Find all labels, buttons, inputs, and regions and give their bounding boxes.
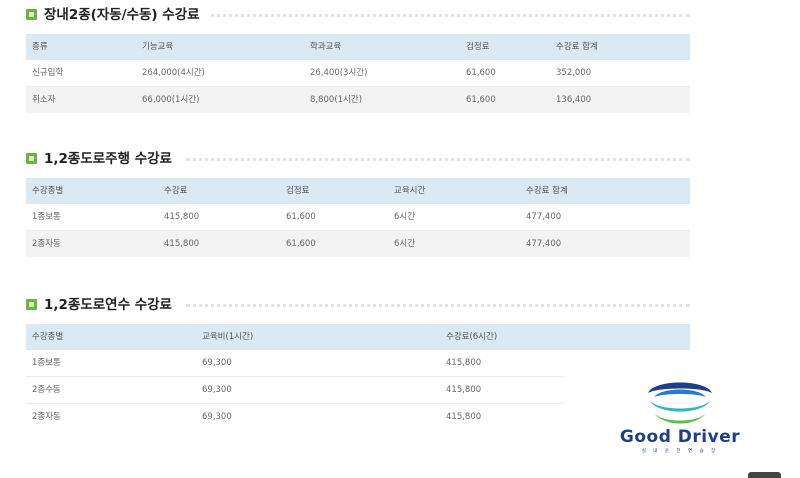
table-cell: 415,800 — [446, 358, 482, 368]
table-cell: 신규입학 — [32, 68, 64, 78]
dotted-divider — [186, 158, 690, 161]
table-cell: 69,300 — [202, 358, 232, 368]
table-cell: 1종보통 — [32, 212, 61, 222]
table-cell: 66,000(1시간) — [142, 95, 200, 105]
column-header: 기능교육 — [142, 42, 174, 52]
table-cell: 136,400 — [556, 95, 592, 105]
table-cell: 264,000(4시간) — [142, 68, 205, 78]
table-cell: 26,400(3시간) — [310, 68, 368, 78]
column-header: 수강료 합계 — [526, 186, 568, 196]
table-cell: 6시간 — [394, 239, 416, 249]
logo-wordmark: Good Driver — [619, 427, 741, 447]
section-title: 1,2종도로주행 수강료 — [44, 148, 180, 170]
fee-table-header: 수강종별 교육비(1시간) 수강료(6시간) — [26, 324, 690, 350]
table-cell: 61,600 — [286, 212, 316, 222]
square-bullet-icon — [26, 299, 37, 310]
table-cell: 69,300 — [202, 412, 232, 422]
section-road-driving: 1,2종도로주행 수강료 수강종별 수강료 검정료 교육시간 수강료 합계 1종… — [26, 148, 690, 257]
scroll-top-button[interactable] — [748, 472, 781, 478]
good-driver-logo: Good Driver 실 내 운 전 연 습 장 — [610, 375, 750, 455]
table-cell: 61,600 — [466, 95, 496, 105]
table-row: 2종수동 69,300 415,800 — [26, 377, 564, 404]
column-header: 종류 — [32, 42, 48, 52]
table-cell: 415,800 — [164, 239, 200, 249]
table-cell: 352,000 — [556, 68, 592, 78]
fee-table: 수강종별 수강료 검정료 교육시간 수강료 합계 1종보통 415,800 61… — [26, 178, 690, 257]
table-cell: 415,800 — [164, 212, 200, 222]
square-bullet-icon — [26, 9, 37, 20]
section-title: 1,2종도로연수 수강료 — [44, 294, 180, 316]
fee-table: 종류 기능교육 학과교육 검정료 수강료 합계 신규입학 264,000(4시간… — [26, 34, 690, 113]
column-header: 교육시간 — [394, 186, 426, 196]
column-header: 수강료(6시간) — [446, 332, 498, 342]
table-header-row: 수강종별 수강료 검정료 교육시간 수강료 합계 — [26, 178, 690, 204]
column-header: 수강료 합계 — [556, 42, 598, 52]
table-cell: 61,600 — [466, 68, 496, 78]
fee-table-body: 1종보통 69,300 415,800 2종수동 69,300 415,800 … — [26, 350, 564, 430]
table-cell: 2종자동 — [32, 239, 61, 249]
section-header: 1,2종도로주행 수강료 — [26, 148, 690, 172]
table-header-row: 종류 기능교육 학과교육 검정료 수강료 합계 — [26, 34, 690, 60]
dotted-divider — [186, 304, 690, 307]
table-cell: 61,600 — [286, 239, 316, 249]
table-cell: 8,800(1시간) — [310, 95, 363, 105]
table-cell: 1종보통 — [32, 358, 61, 368]
table-cell: 6시간 — [394, 212, 416, 222]
table-cell: 415,800 — [446, 385, 482, 395]
table-row: 2종자동 415,800 61,600 6시간 477,400 — [26, 231, 690, 257]
column-header: 수강종별 — [32, 186, 64, 196]
section-indoor-class2: 장내2종(자동/수동) 수강료 종류 기능교육 학과교육 검정료 수강료 합계 … — [26, 4, 690, 113]
dotted-divider — [186, 14, 690, 17]
table-row: 취소자 66,000(1시간) 8,800(1시간) 61,600 136,40… — [26, 87, 690, 113]
table-header-row: 수강종별 교육비(1시간) 수강료(6시간) — [26, 324, 690, 350]
column-header: 수강료 — [164, 186, 188, 196]
column-header: 학과교육 — [310, 42, 342, 52]
column-header: 검정료 — [466, 42, 490, 52]
table-cell: 477,400 — [526, 239, 562, 249]
table-row: 1종보통 69,300 415,800 — [26, 350, 564, 377]
table-cell: 477,400 — [526, 212, 562, 222]
table-cell: 2종자동 — [32, 412, 61, 422]
logo-emblem-icon — [648, 382, 712, 424]
table-row: 2종자동 69,300 415,800 — [26, 404, 564, 430]
column-header: 검정료 — [286, 186, 310, 196]
table-cell: 2종수동 — [32, 385, 61, 395]
section-road-practice: 1,2종도로연수 수강료 수강종별 교육비(1시간) 수강료(6시간) 1종보통… — [26, 294, 690, 422]
section-header: 장내2종(자동/수동) 수강료 — [26, 4, 690, 28]
section-title: 장내2종(자동/수동) 수강료 — [44, 4, 208, 26]
column-header: 수강종별 — [32, 332, 64, 342]
table-row: 신규입학 264,000(4시간) 26,400(3시간) 61,600 352… — [26, 60, 690, 87]
section-header: 1,2종도로연수 수강료 — [26, 294, 690, 318]
column-header: 교육비(1시간) — [202, 332, 254, 342]
table-cell: 415,800 — [446, 412, 482, 422]
square-bullet-icon — [26, 153, 37, 164]
logo-subtitle: 실 내 운 전 연 습 장 — [641, 449, 719, 454]
table-row: 1종보통 415,800 61,600 6시간 477,400 — [26, 204, 690, 231]
table-cell: 69,300 — [202, 385, 232, 395]
table-cell: 취소자 — [32, 95, 56, 105]
